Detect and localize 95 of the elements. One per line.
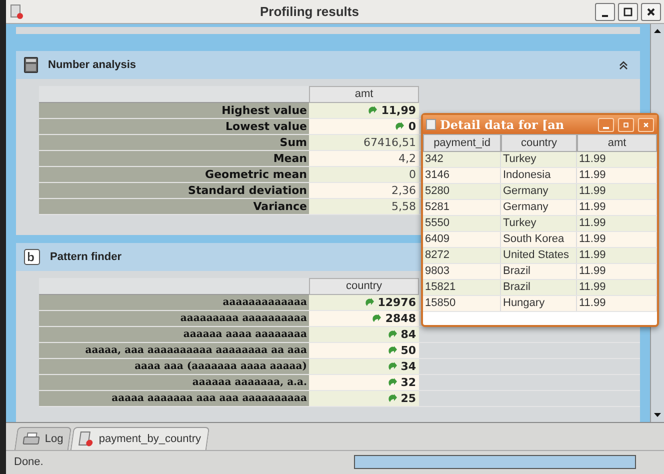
table-cell: 6409 (423, 232, 501, 247)
close-icon (646, 6, 656, 16)
table-cell: 3146 (423, 168, 501, 183)
window-title: Profiling results (259, 2, 360, 21)
table-cell: 11.99 (577, 296, 657, 311)
column-header: amt (309, 86, 419, 103)
drill-arrow-icon[interactable] (388, 362, 398, 372)
table-cell: 4,2 (309, 151, 419, 166)
detail-window-title: Detail data for [an (440, 116, 566, 134)
table-cell: Germany (501, 184, 577, 199)
table-cell: Turkey (501, 152, 577, 167)
column-header[interactable]: amt (577, 134, 657, 152)
table-cell[interactable]: 2848 (309, 311, 419, 326)
table-cell: 11.99 (577, 152, 657, 167)
row-label: aaaaaaaaa aaaaaaaaaa (39, 311, 309, 326)
table-cell: United States (501, 248, 577, 263)
maximize-icon (623, 6, 633, 16)
table-cell[interactable]: 25 (309, 391, 419, 406)
drill-arrow-icon[interactable] (388, 330, 398, 340)
table-cell: 11.99 (577, 248, 657, 263)
table-cell: Germany (501, 200, 577, 215)
table-cell: 11.99 (577, 200, 657, 215)
drill-arrow-icon[interactable] (372, 314, 382, 324)
close-icon (643, 120, 649, 128)
row-label: Standard deviation (39, 183, 309, 198)
table-cell[interactable]: 11,99 (309, 103, 419, 118)
window-icon (426, 119, 436, 130)
row-label: Geometric mean (39, 167, 309, 182)
minimize-icon (603, 126, 609, 128)
row-label: aaaaa aaaaaaa aaa aaa aaaaaaaaaa (39, 391, 309, 406)
row-label: aaaaaa aaaa aaaaaaaa (39, 327, 309, 342)
row-label: Lowest value (39, 119, 309, 134)
table-cell: 8272 (423, 248, 501, 263)
table-cell[interactable]: 34 (309, 359, 419, 374)
section-title: Pattern finder (50, 250, 122, 265)
close-button[interactable] (641, 2, 661, 20)
column-header: country (309, 278, 419, 295)
drill-arrow-icon[interactable] (388, 346, 398, 356)
table-cell: 11.99 (577, 280, 657, 295)
table-cell: 342 (423, 152, 501, 167)
row-label: Highest value (39, 103, 309, 118)
table-cell: 5550 (423, 216, 501, 231)
table-cell[interactable]: 12976 (309, 295, 419, 310)
table-cell: 2,36 (309, 183, 419, 198)
table-cell: 5280 (423, 184, 501, 199)
pattern-icon (24, 249, 40, 265)
drill-arrow-icon[interactable] (368, 106, 378, 116)
document-icon (78, 431, 96, 447)
table-cell: 5281 (423, 200, 501, 215)
table-cell: 11.99 (577, 232, 657, 247)
table-cell: 9803 (423, 264, 501, 279)
table-cell: 15850 (423, 296, 501, 311)
column-header[interactable]: country (501, 134, 577, 152)
app-icon (10, 4, 24, 20)
status-text: Done. (14, 454, 44, 470)
table-cell[interactable]: 32 (309, 375, 419, 390)
minimize-button[interactable] (595, 2, 615, 20)
table-cell: 11.99 (577, 168, 657, 183)
table-cell: Brazil (501, 264, 577, 279)
drill-arrow-icon[interactable] (364, 298, 375, 308)
collapse-icon[interactable] (619, 60, 628, 70)
drill-arrow-icon[interactable] (388, 378, 398, 388)
row-label: Sum (39, 135, 309, 150)
calculator-icon (24, 57, 38, 73)
row-label: Variance (39, 199, 309, 214)
row-label: aaaaaaaaaaaaa (39, 295, 309, 310)
minimize-icon (600, 14, 610, 16)
table-cell: Turkey (501, 216, 577, 231)
drill-arrow-icon[interactable] (395, 122, 406, 132)
table-cell[interactable]: 50 (309, 343, 419, 358)
table-cell: 5,58 (309, 199, 419, 214)
row-label: aaaa aaa (aaaaaaa aaaa aaaaa) (39, 359, 309, 374)
maximize-button[interactable] (618, 2, 638, 20)
row-label: Mean (39, 151, 309, 166)
table-cell[interactable]: 84 (309, 327, 419, 342)
section-title: Number analysis (48, 58, 136, 73)
tab[interactable]: payment_by_country (70, 427, 210, 450)
table-cell: 0 (309, 167, 419, 182)
table-cell: Brazil (501, 280, 577, 295)
table-cell: 11.99 (577, 216, 657, 231)
printer-icon (22, 432, 41, 446)
table-cell: Hungary (501, 296, 577, 311)
table-cell: 11.99 (577, 184, 657, 199)
row-label: aaaaaa aaaaaaa, a.a. (39, 375, 309, 390)
table-cell: 15821 (423, 280, 501, 295)
drill-arrow-icon[interactable] (388, 394, 398, 404)
table-cell: 11.99 (577, 264, 657, 279)
table-cell: South Korea (501, 232, 577, 247)
table-cell: 67416,51 (309, 135, 419, 150)
column-header[interactable]: payment_id (423, 134, 501, 152)
table-cell[interactable]: 0 (309, 119, 419, 134)
tab[interactable]: Log (14, 427, 72, 450)
maximize-icon (623, 120, 629, 128)
row-label: aaaaa, aaa aaaaaaaaaa aaaaaaaa aa aaa (39, 343, 309, 358)
table-cell: Indonesia (501, 168, 577, 183)
